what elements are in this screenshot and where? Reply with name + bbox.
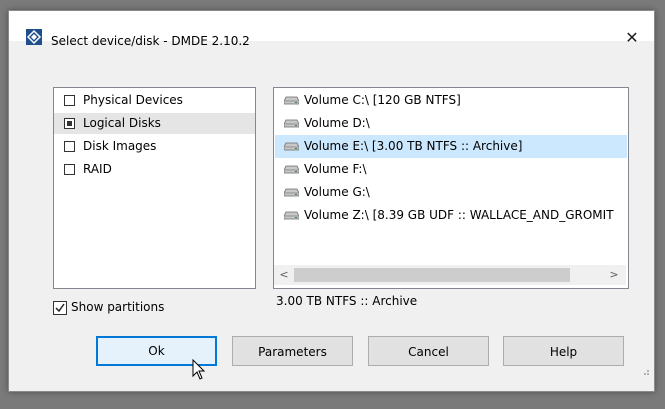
device-type-label: Disk Images (83, 139, 157, 153)
scrollbar-thumb[interactable] (294, 268, 570, 282)
volume-list-item[interactable]: Volume E:\ [3.00 TB NTFS :: Archive] (275, 135, 627, 158)
device-type-item[interactable]: Logical Disks (54, 113, 255, 134)
device-type-label: RAID (83, 162, 112, 176)
volume-list-item[interactable]: Volume D:\ (275, 112, 627, 135)
dmde-app-icon (26, 29, 42, 45)
device-type-checkbox[interactable] (64, 95, 75, 106)
volume-list[interactable]: Volume C:\ [120 GB NTFS] Volume D:\ Volume… (273, 87, 629, 289)
volume-label: Volume D:\ (304, 116, 370, 130)
drive-icon (284, 211, 299, 220)
mouse-pointer-icon (192, 359, 206, 380)
volume-list-item[interactable]: Volume C:\ [120 GB NTFS] (275, 89, 627, 112)
volume-label: Volume G:\ (304, 185, 370, 199)
parameters-button[interactable]: Parameters (232, 336, 353, 366)
scroll-right-icon[interactable]: > (606, 265, 622, 285)
resize-grip-icon[interactable] (640, 366, 650, 376)
device-type-item[interactable]: Disk Images (60, 136, 256, 157)
show-partitions-label: Show partitions (71, 300, 165, 314)
checkbox-box[interactable] (53, 301, 67, 315)
device-type-item[interactable]: RAID (60, 159, 256, 180)
drive-icon (284, 142, 299, 151)
cancel-button[interactable]: Cancel (368, 336, 489, 366)
volume-label: Volume F:\ (304, 162, 367, 176)
volume-label: Volume Z:\ [8.39 GB UDF :: WALLACE_AND_G… (304, 208, 614, 222)
device-type-checkbox[interactable] (64, 118, 75, 129)
scroll-left-icon[interactable]: < (276, 265, 292, 285)
volume-list-item[interactable]: Volume F:\ (275, 158, 627, 181)
device-type-checkbox[interactable] (64, 141, 75, 152)
device-type-label: Logical Disks (83, 116, 161, 130)
help-button[interactable]: Help (503, 336, 624, 366)
drive-icon (284, 119, 299, 128)
volume-list-item[interactable]: Volume Z:\ [8.39 GB UDF :: WALLACE_AND_G… (275, 204, 627, 227)
volume-label: Volume C:\ [120 GB NTFS] (304, 93, 461, 107)
drive-icon (284, 188, 299, 197)
device-type-item[interactable]: Physical Devices (60, 90, 256, 111)
device-type-list[interactable]: Physical Devices Logical Disks Disk Images… (53, 87, 256, 289)
device-type-label: Physical Devices (83, 93, 183, 107)
horizontal-scrollbar[interactable]: < > (274, 265, 626, 285)
device-type-checkbox[interactable] (64, 164, 75, 175)
volume-list-item[interactable]: Volume G:\ (275, 181, 627, 204)
checkmark-icon (55, 303, 65, 313)
drive-icon (284, 96, 299, 105)
window-title: Select device/disk - DMDE 2.10.2 (51, 34, 250, 48)
drive-icon (284, 165, 299, 174)
close-icon[interactable]: ✕ (622, 28, 642, 48)
selected-volume-info: 3.00 TB NTFS :: Archive (276, 294, 418, 308)
volume-label: Volume E:\ [3.00 TB NTFS :: Archive] (304, 139, 523, 153)
